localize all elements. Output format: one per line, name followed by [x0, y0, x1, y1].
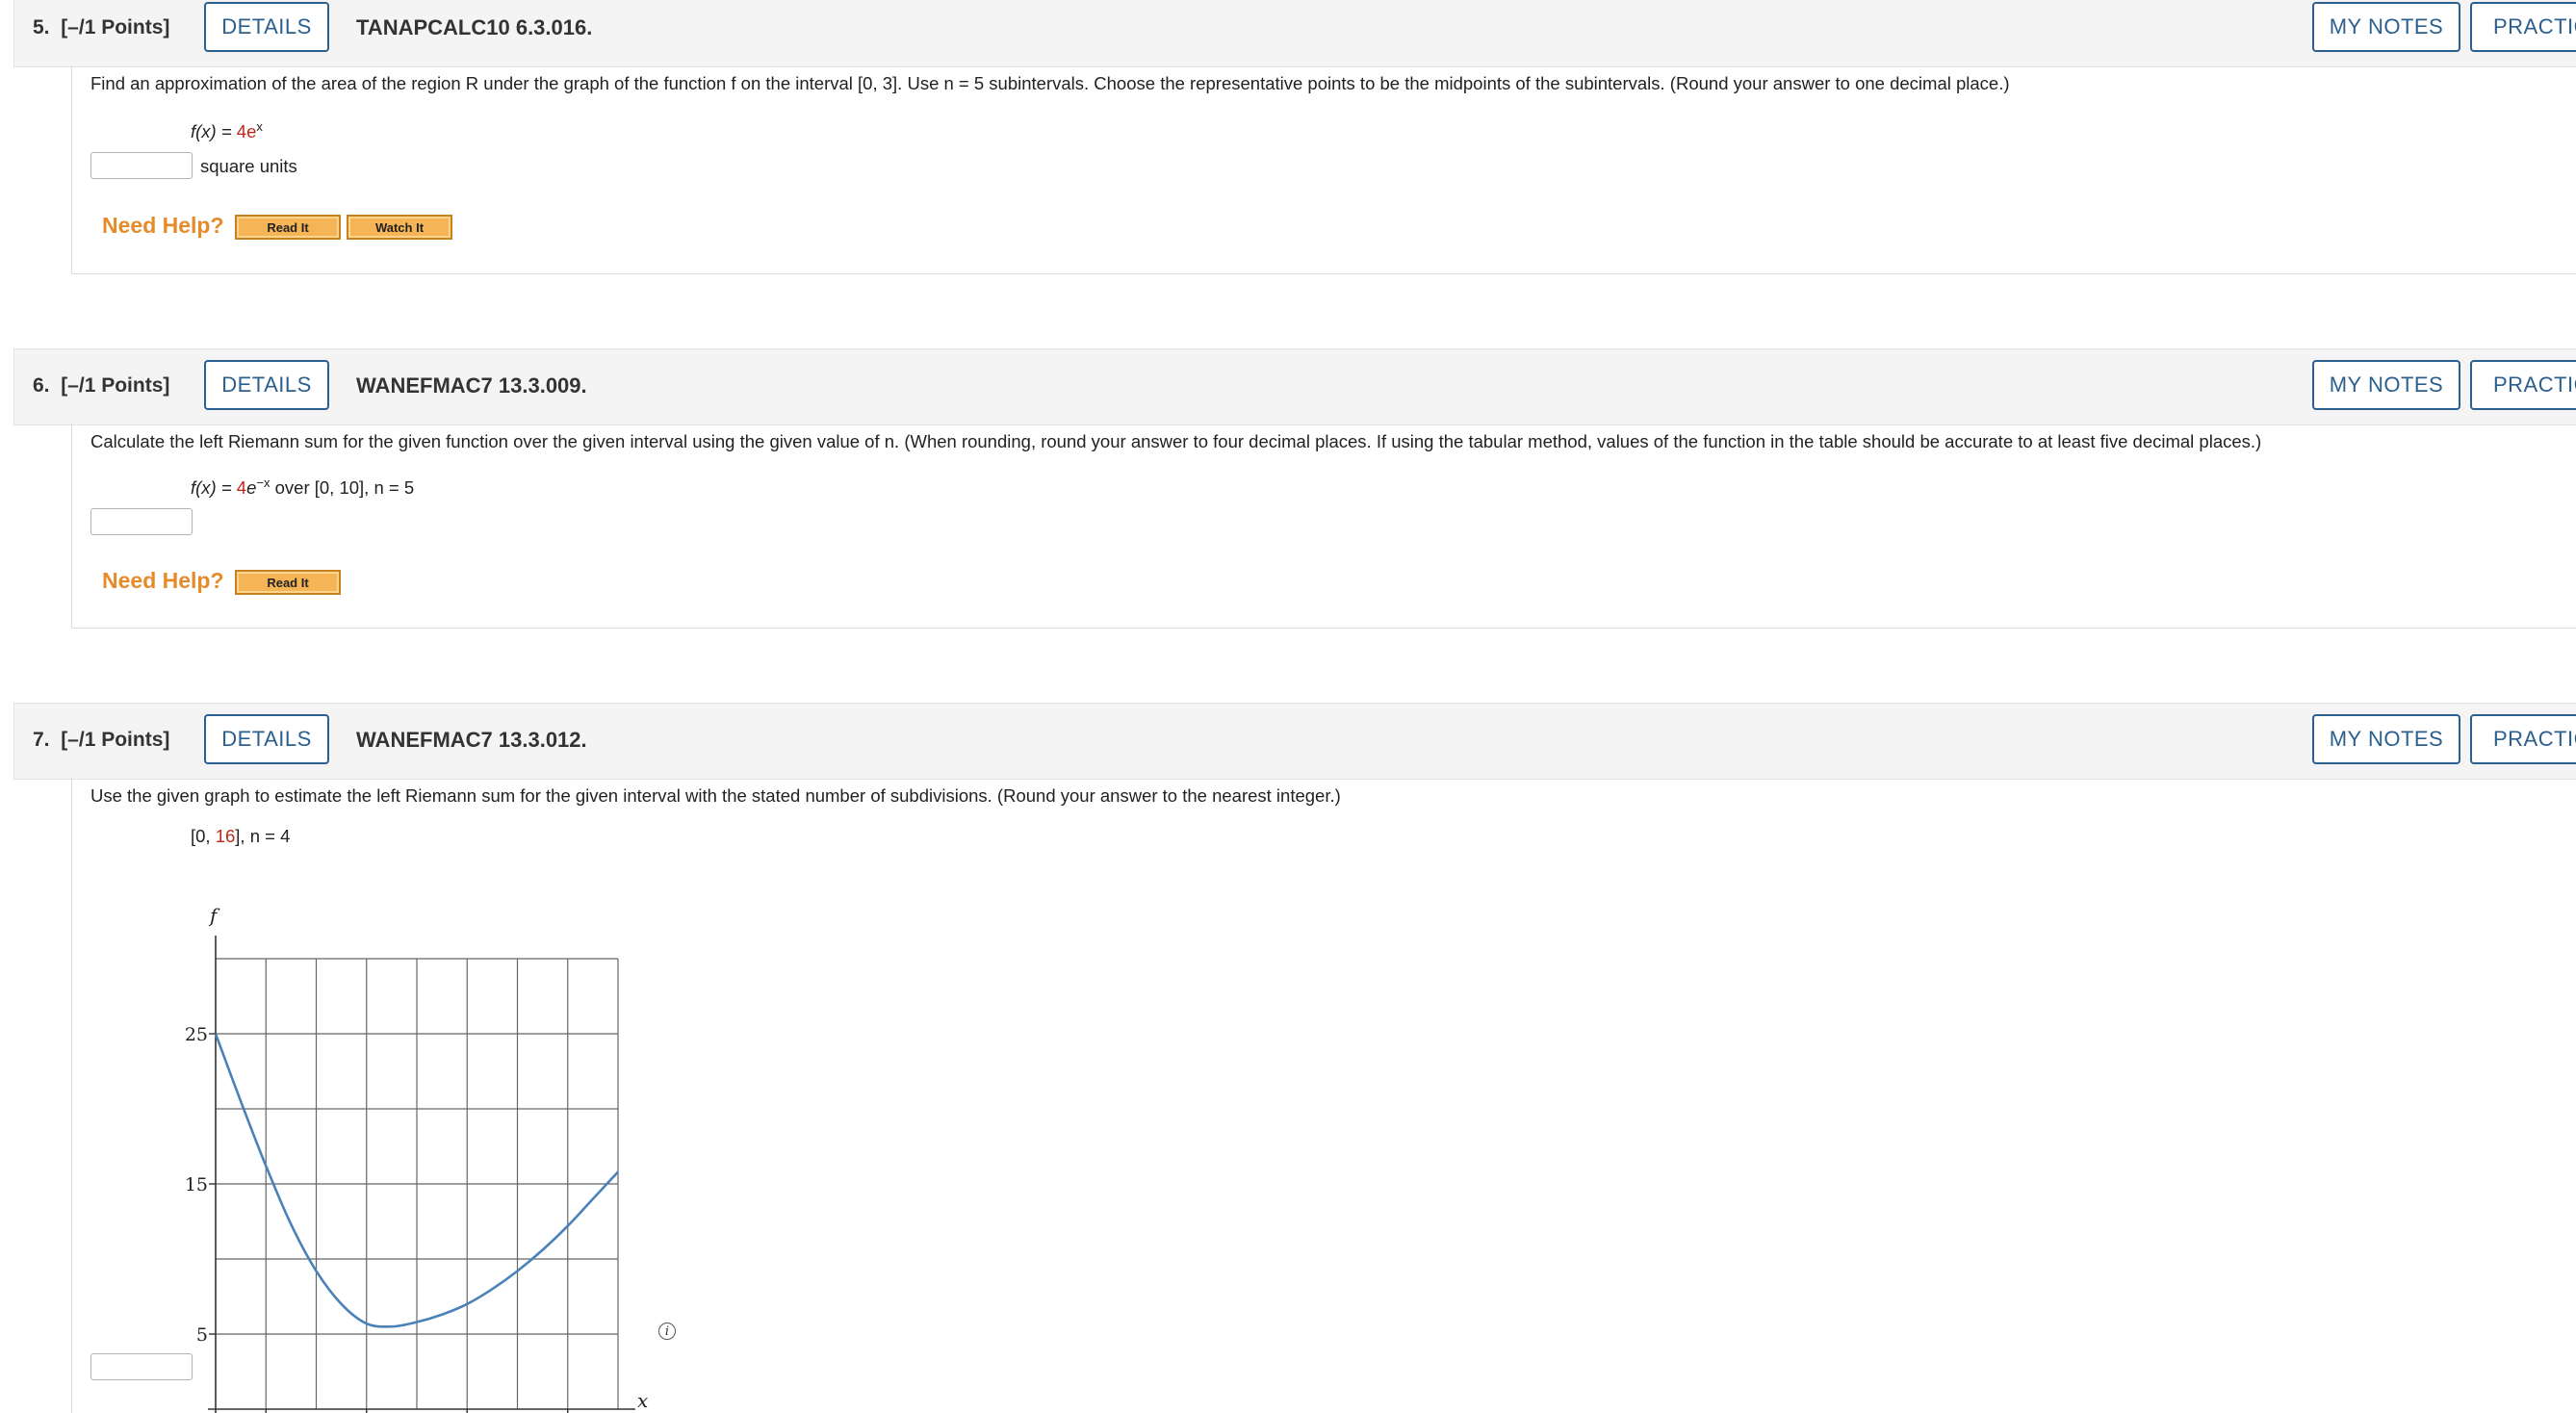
- points-label: [–/1 Points]: [61, 729, 170, 751]
- practice-button[interactable]: PRACTIC: [2470, 714, 2576, 764]
- problem-code: WANEFMAC7 13.3.009.: [356, 373, 587, 398]
- details-button[interactable]: DETAILS: [204, 360, 329, 410]
- answer-input[interactable]: [90, 152, 193, 179]
- units-label: square units: [200, 156, 297, 176]
- question-number: 6. [–/1 Points]: [33, 374, 170, 397]
- x-axis-label: x: [637, 1389, 648, 1412]
- details-button[interactable]: DETAILS: [204, 2, 329, 52]
- y-axis-label: f: [208, 904, 220, 927]
- question-number: 7. [–/1 Points]: [33, 729, 170, 751]
- need-help-label: Need Help?: [102, 568, 224, 593]
- need-help-label: Need Help?: [102, 213, 224, 238]
- y-tick-label: 15: [185, 1174, 208, 1195]
- points-label: [–/1 Points]: [61, 16, 170, 39]
- answer-input[interactable]: [90, 508, 193, 535]
- answer-input[interactable]: [90, 1353, 193, 1380]
- question-prompt: Find an approximation of the area of the…: [90, 73, 2010, 93]
- info-icon[interactable]: i: [658, 1323, 676, 1340]
- question-prompt: Calculate the left Riemann sum for the g…: [90, 431, 2262, 451]
- interval-text: [0, 16], n = 4: [191, 826, 291, 846]
- question-body: [71, 424, 2576, 629]
- function-formula: f(x) = 4e−x over [0, 10], n = 5: [191, 475, 415, 499]
- read-it-button[interactable]: Read It: [235, 215, 341, 240]
- question-body: [71, 65, 2576, 274]
- question-prompt: Use the given graph to estimate the left…: [90, 785, 1341, 806]
- y-tick-label: 25: [185, 1024, 208, 1045]
- my-notes-button[interactable]: MY NOTES: [2312, 360, 2460, 410]
- question-number: 5. [–/1 Points]: [33, 16, 170, 39]
- function-graph: fx26101451525: [185, 904, 648, 1413]
- watch-it-button[interactable]: Watch It: [347, 215, 452, 240]
- practice-button[interactable]: PRACTIC: [2470, 360, 2576, 410]
- problem-code: TANAPCALC10 6.3.016.: [356, 15, 593, 39]
- y-tick-label: 5: [196, 1324, 208, 1346]
- my-notes-button[interactable]: MY NOTES: [2312, 714, 2460, 764]
- details-button[interactable]: DETAILS: [204, 714, 329, 764]
- function-formula: f(x) = 4ex: [191, 119, 263, 142]
- problem-code: WANEFMAC7 13.3.012.: [356, 728, 587, 752]
- my-notes-button[interactable]: MY NOTES: [2312, 2, 2460, 52]
- practice-button[interactable]: PRACTIC: [2470, 2, 2576, 52]
- points-label: [–/1 Points]: [61, 374, 170, 397]
- read-it-button[interactable]: Read It: [235, 570, 341, 595]
